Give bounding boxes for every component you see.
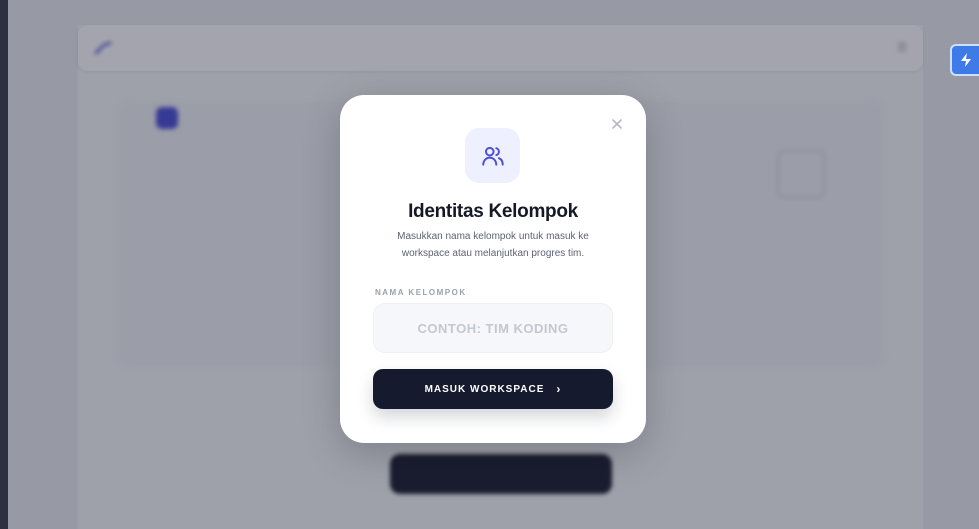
enter-workspace-label: MASUK WORKSPACE: [424, 383, 545, 395]
lightning-icon: [960, 53, 971, 67]
modal-description: Masukkan nama kelompok untuk masuk ke wo…: [397, 231, 589, 259]
close-icon[interactable]: [610, 117, 624, 131]
users-icon: [481, 146, 504, 166]
group-identity-modal: Identitas Kelompok Masukkan nama kelompo…: [340, 95, 646, 443]
modal-title: Identitas Kelompok: [408, 201, 578, 222]
enter-workspace-button[interactable]: MASUK WORKSPACE ›: [373, 369, 613, 409]
side-tool-button[interactable]: [950, 44, 979, 76]
chevron-right-icon: ›: [556, 382, 562, 396]
group-name-input[interactable]: [373, 303, 613, 353]
users-icon-container: [465, 128, 520, 183]
group-name-label: NAMA KELOMPOK: [375, 288, 467, 297]
